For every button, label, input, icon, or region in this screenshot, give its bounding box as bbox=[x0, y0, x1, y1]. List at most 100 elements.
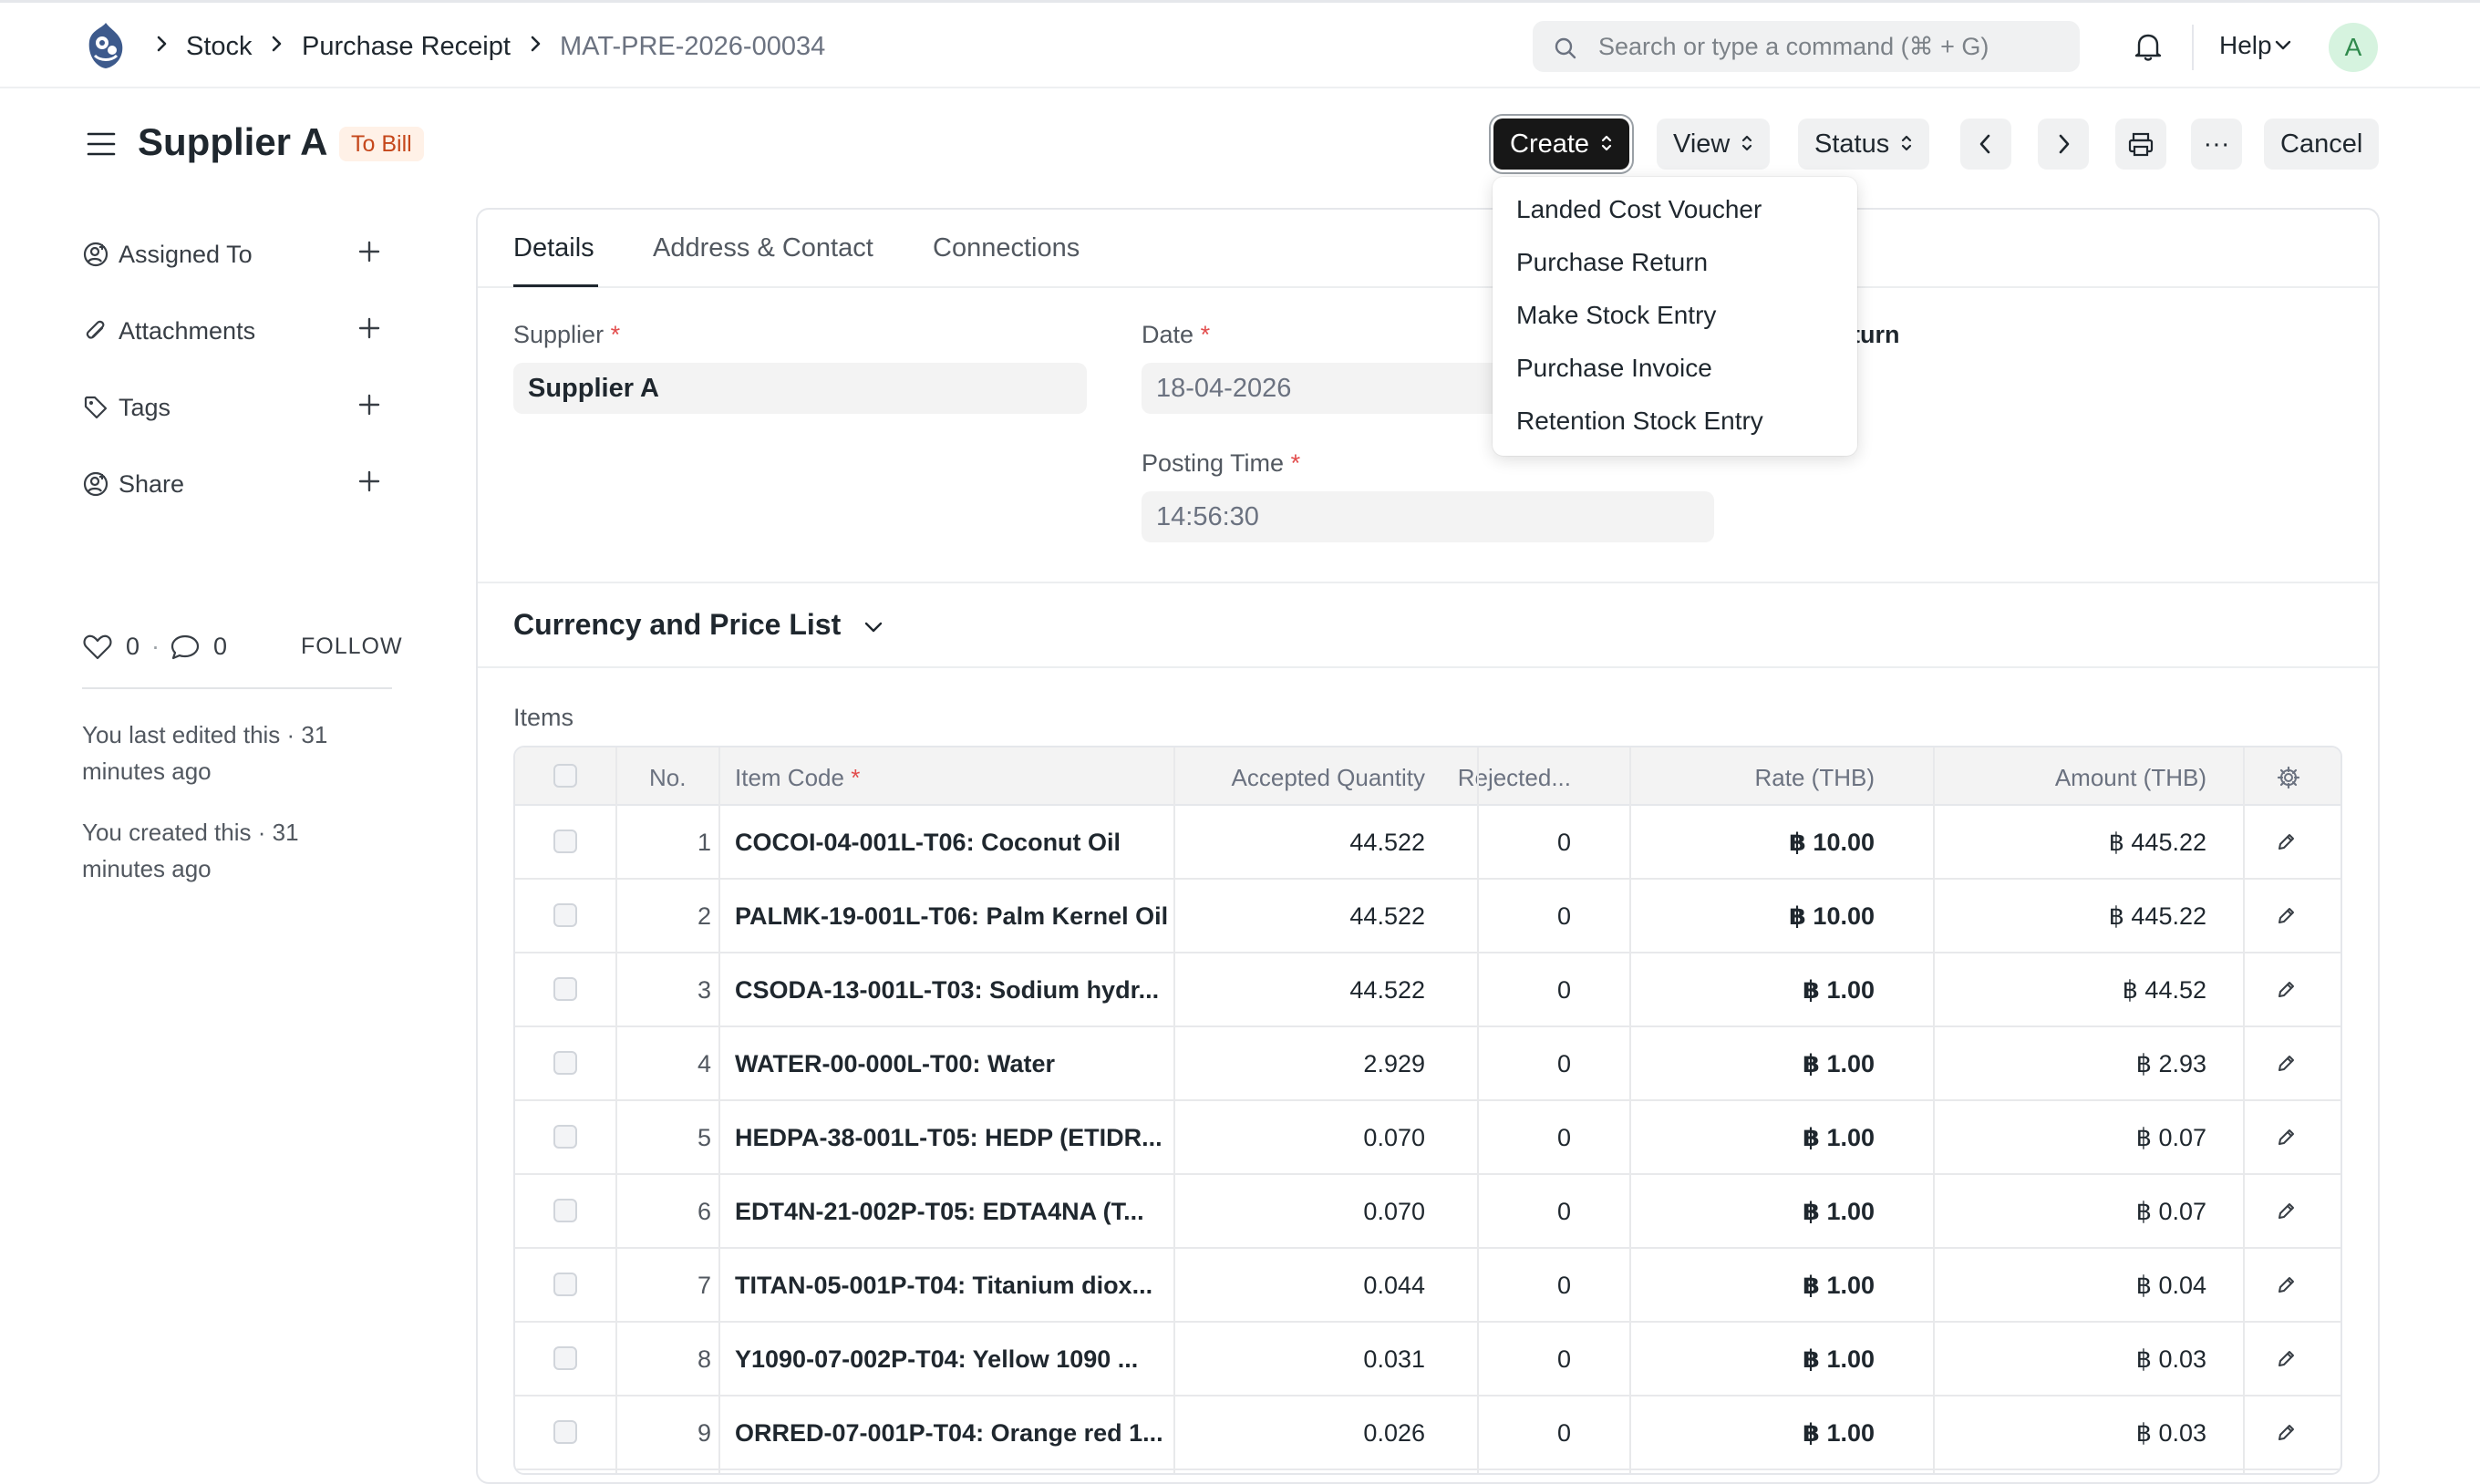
menu-item-purchase-invoice[interactable]: Purchase Invoice bbox=[1516, 354, 1712, 383]
tab-connections[interactable]: Connections bbox=[933, 233, 1080, 263]
gear-icon[interactable] bbox=[2275, 764, 2302, 791]
breadcrumb-purchase-receipt[interactable]: Purchase Receipt bbox=[302, 32, 511, 62]
accepted-qty-cell[interactable]: 0.044 bbox=[1181, 1272, 1425, 1300]
row-checkbox[interactable] bbox=[553, 830, 577, 853]
next-document-button[interactable] bbox=[2038, 119, 2089, 170]
heart-icon[interactable] bbox=[82, 633, 113, 662]
rate-cell[interactable]: ฿ 1.00 bbox=[1637, 1419, 1875, 1448]
rate-cell[interactable]: ฿ 1.00 bbox=[1637, 976, 1875, 1005]
item-code-cell[interactable]: ORRED-07-001P-T04: Orange red 1... bbox=[735, 1419, 1163, 1448]
rate-cell[interactable]: ฿ 1.00 bbox=[1637, 1272, 1875, 1300]
plus-icon[interactable] bbox=[356, 314, 383, 342]
rate-cell[interactable]: ฿ 10.00 bbox=[1637, 902, 1875, 931]
posting-time-field[interactable]: 14:56:30 bbox=[1142, 491, 1714, 542]
rejected-qty-cell[interactable]: 0 bbox=[1484, 1198, 1571, 1226]
table-row[interactable]: 3 CSODA-13-001L-T03: Sodium hydr... 44.522… bbox=[515, 953, 2340, 1027]
item-code-cell[interactable]: COCOI-04-001L-T06: Coconut Oil bbox=[735, 829, 1121, 857]
edit-icon[interactable] bbox=[2275, 831, 2297, 853]
rejected-qty-cell[interactable]: 0 bbox=[1484, 829, 1571, 857]
more-actions-button[interactable]: ··· bbox=[2191, 119, 2242, 170]
menu-item-purchase-return[interactable]: Purchase Return bbox=[1516, 248, 1708, 277]
table-row[interactable]: 8 Y1090-07-002P-T04: Yellow 1090 ... 0.031… bbox=[515, 1323, 2340, 1396]
sidebar-toggle-icon[interactable] bbox=[86, 129, 117, 159]
item-code-cell[interactable]: WATER-00-000L-T00: Water bbox=[735, 1050, 1055, 1078]
edit-icon[interactable] bbox=[2275, 1348, 2297, 1370]
item-code-cell[interactable]: TITAN-05-001P-T04: Titanium diox... bbox=[735, 1272, 1152, 1300]
help-menu-label[interactable]: Help bbox=[2219, 31, 2272, 60]
rate-cell[interactable]: ฿ 1.00 bbox=[1637, 1345, 1875, 1374]
row-checkbox[interactable] bbox=[553, 1125, 577, 1149]
item-code-cell[interactable]: CSODA-13-001L-T03: Sodium hydr... bbox=[735, 976, 1159, 1005]
rate-cell[interactable]: ฿ 10.00 bbox=[1637, 829, 1875, 857]
row-checkbox[interactable] bbox=[553, 1346, 577, 1370]
rejected-qty-cell[interactable]: 0 bbox=[1484, 1345, 1571, 1374]
table-row[interactable]: 9 ORRED-07-001P-T04: Orange red 1... 0.026… bbox=[515, 1396, 2340, 1470]
accepted-qty-cell[interactable]: 44.522 bbox=[1181, 829, 1425, 857]
accepted-qty-cell[interactable]: 44.522 bbox=[1181, 902, 1425, 931]
row-checkbox[interactable] bbox=[553, 977, 577, 1001]
edit-icon[interactable] bbox=[2275, 979, 2297, 1001]
breadcrumb-stock[interactable]: Stock bbox=[186, 32, 253, 62]
rejected-qty-cell[interactable]: 0 bbox=[1484, 1050, 1571, 1078]
edit-icon[interactable] bbox=[2275, 1053, 2297, 1075]
edit-icon[interactable] bbox=[2275, 1422, 2297, 1444]
accepted-qty-cell[interactable]: 44.522 bbox=[1181, 976, 1425, 1005]
currency-section-title[interactable]: Currency and Price List bbox=[513, 608, 841, 642]
chevron-down-icon[interactable] bbox=[2274, 38, 2292, 53]
edit-icon[interactable] bbox=[2275, 905, 2297, 927]
row-checkbox[interactable] bbox=[553, 1420, 577, 1444]
table-row[interactable]: 4 WATER-00-000L-T00: Water 2.929 0 ฿ 1.00 ฿ 2… bbox=[515, 1027, 2340, 1101]
sidebar-item-share[interactable]: Share bbox=[82, 465, 392, 501]
create-button[interactable]: Create bbox=[1493, 119, 1630, 170]
menu-item-retention-stock-entry[interactable]: Retention Stock Entry bbox=[1516, 407, 1763, 436]
view-button[interactable]: View bbox=[1657, 119, 1771, 170]
user-avatar[interactable]: A bbox=[2329, 23, 2378, 72]
search-bar[interactable] bbox=[1533, 21, 2080, 72]
rejected-qty-cell[interactable]: 0 bbox=[1484, 1124, 1571, 1152]
item-code-cell[interactable]: PALMK-19-001L-T06: Palm Kernel Oil bbox=[735, 902, 1168, 931]
chevron-down-icon[interactable] bbox=[861, 616, 886, 638]
rejected-qty-cell[interactable]: 0 bbox=[1484, 976, 1571, 1005]
select-all-checkbox[interactable] bbox=[553, 764, 577, 788]
rejected-qty-cell[interactable]: 0 bbox=[1484, 1419, 1571, 1448]
row-checkbox[interactable] bbox=[553, 903, 577, 927]
print-button[interactable] bbox=[2115, 119, 2166, 170]
row-checkbox[interactable] bbox=[553, 1273, 577, 1296]
edit-icon[interactable] bbox=[2275, 1201, 2297, 1222]
table-row[interactable]: 6 EDT4N-21-002P-T05: EDTA4NA (T... 0.070 0 ฿… bbox=[515, 1175, 2340, 1249]
follow-button[interactable]: FOLLOW bbox=[301, 634, 403, 660]
item-code-cell[interactable]: Y1090-07-002P-T04: Yellow 1090 ... bbox=[735, 1345, 1138, 1374]
table-row[interactable]: 2 PALMK-19-001L-T06: Palm Kernel Oil 44.52… bbox=[515, 880, 2340, 953]
plus-icon[interactable] bbox=[356, 238, 383, 265]
menu-item-make-stock-entry[interactable]: Make Stock Entry bbox=[1516, 301, 1716, 330]
rate-cell[interactable]: ฿ 1.00 bbox=[1637, 1050, 1875, 1078]
rejected-qty-cell[interactable]: 0 bbox=[1484, 1272, 1571, 1300]
accepted-qty-cell[interactable]: 0.070 bbox=[1181, 1124, 1425, 1152]
rejected-qty-cell[interactable]: 0 bbox=[1484, 902, 1571, 931]
accepted-qty-cell[interactable]: 2.929 bbox=[1181, 1050, 1425, 1078]
table-row[interactable]: 1 COCOI-04-001L-T06: Coconut Oil 44.522 0 ฿ … bbox=[515, 806, 2340, 880]
comment-icon[interactable] bbox=[170, 633, 201, 662]
row-checkbox[interactable] bbox=[553, 1199, 577, 1222]
breadcrumb-document[interactable]: MAT-PRE-2026-00034 bbox=[560, 32, 825, 62]
table-row[interactable]: 7 TITAN-05-001P-T04: Titanium diox... 0.04… bbox=[515, 1249, 2340, 1323]
rate-cell[interactable]: ฿ 1.00 bbox=[1637, 1124, 1875, 1152]
edit-icon[interactable] bbox=[2275, 1274, 2297, 1296]
sidebar-item-tags[interactable]: Tags bbox=[82, 388, 392, 425]
plus-icon[interactable] bbox=[356, 468, 383, 495]
sidebar-item-attachments[interactable]: Attachments bbox=[82, 312, 392, 348]
item-code-cell[interactable]: EDT4N-21-002P-T05: EDTA4NA (T... bbox=[735, 1198, 1144, 1226]
app-logo-icon[interactable] bbox=[82, 19, 129, 72]
search-input[interactable] bbox=[1598, 21, 2063, 72]
menu-item-landed-cost-voucher[interactable]: Landed Cost Voucher bbox=[1516, 195, 1762, 224]
rate-cell[interactable]: ฿ 1.00 bbox=[1637, 1198, 1875, 1226]
previous-document-button[interactable] bbox=[1960, 119, 2011, 170]
tab-address-contact[interactable]: Address & Contact bbox=[653, 233, 873, 263]
edit-icon[interactable] bbox=[2275, 1127, 2297, 1149]
table-row[interactable]: 5 HEDPA-38-001L-T05: HEDP (ETIDR... 0.070 0… bbox=[515, 1101, 2340, 1175]
item-code-cell[interactable]: HEDPA-38-001L-T05: HEDP (ETIDR... bbox=[735, 1124, 1162, 1152]
cancel-button[interactable]: Cancel bbox=[2264, 119, 2380, 170]
accepted-qty-cell[interactable]: 0.031 bbox=[1181, 1345, 1425, 1374]
accepted-qty-cell[interactable]: 0.070 bbox=[1181, 1198, 1425, 1226]
plus-icon[interactable] bbox=[356, 391, 383, 418]
